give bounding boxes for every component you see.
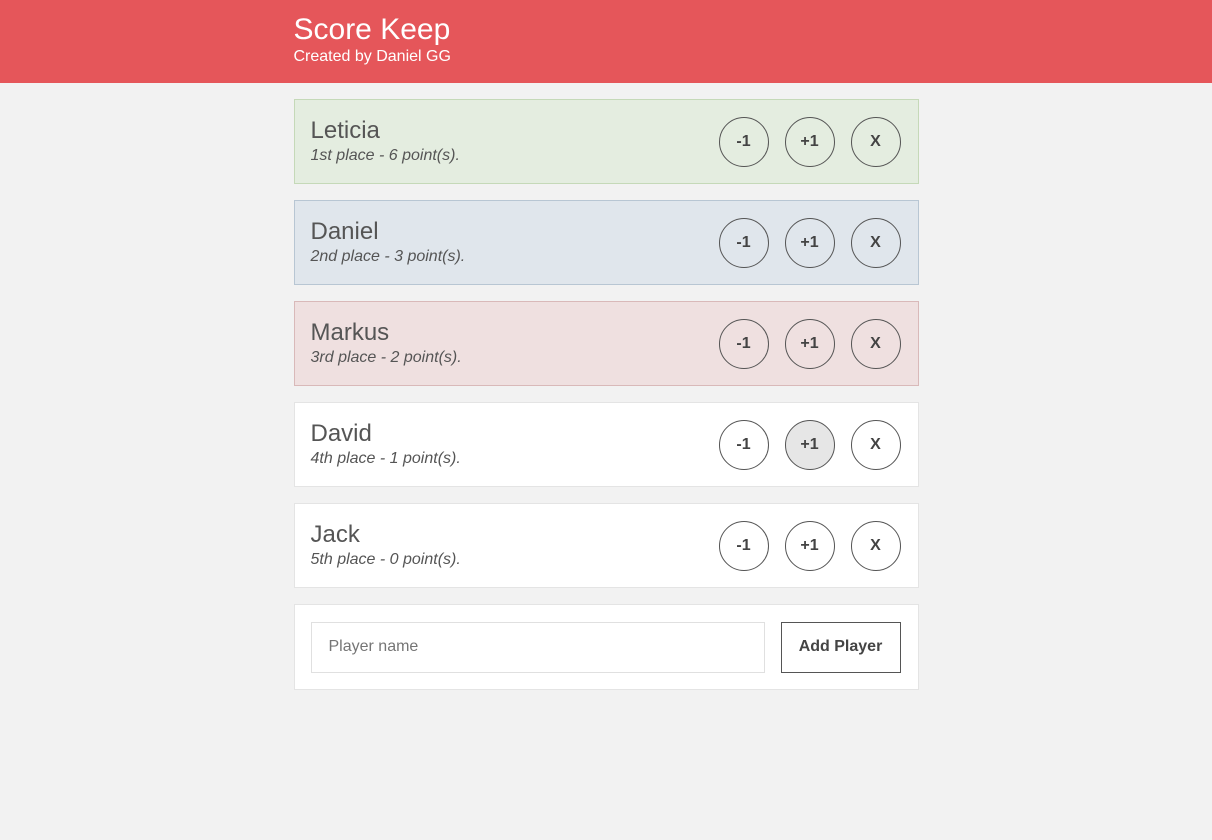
player-stats: 5th place - 0 point(s).	[310, 550, 461, 568]
player-actions: -1 +1 X	[718, 116, 901, 167]
player-info: Leticia 1st place - 6 point(s).	[310, 116, 460, 166]
app-subtitle: Created by Daniel GG	[293, 48, 451, 65]
increment-score-button[interactable]: +1	[784, 217, 835, 268]
remove-player-button[interactable]: X	[850, 419, 901, 470]
player-row: Markus 3rd place - 2 point(s). -1 +1 X	[293, 301, 919, 386]
decrement-score-button[interactable]: -1	[718, 116, 769, 167]
player-row: Leticia 1st place - 6 point(s). -1 +1 X	[293, 99, 919, 184]
player-info: Markus 3rd place - 2 point(s).	[310, 318, 462, 368]
increment-score-button[interactable]: +1	[784, 520, 835, 571]
decrement-score-button[interactable]: -1	[718, 318, 769, 369]
decrement-score-button[interactable]: -1	[718, 217, 769, 268]
header-content: Score Keep Created by Daniel GG	[294, 0, 919, 67]
player-list: Leticia 1st place - 6 point(s). -1 +1 X …	[293, 99, 919, 690]
increment-score-button[interactable]: +1	[784, 318, 835, 369]
add-player-button[interactable]: Add Player	[780, 621, 901, 673]
player-name: Markus	[310, 318, 390, 346]
remove-player-button[interactable]: X	[850, 318, 901, 369]
player-name: Leticia	[310, 116, 380, 144]
player-stats: 1st place - 6 point(s).	[310, 146, 460, 164]
app-title: Score Keep	[293, 13, 451, 46]
player-stats: 2nd place - 3 point(s).	[310, 247, 466, 265]
decrement-score-button[interactable]: -1	[718, 520, 769, 571]
player-info: Daniel 2nd place - 3 point(s).	[310, 217, 466, 267]
player-name: Jack	[310, 520, 360, 548]
player-name: Daniel	[310, 217, 379, 245]
player-stats: 3rd place - 2 point(s).	[310, 348, 462, 366]
add-player-form: Add Player	[293, 604, 919, 690]
player-info: Jack 5th place - 0 point(s).	[310, 520, 461, 570]
player-row: Daniel 2nd place - 3 point(s). -1 +1 X	[293, 200, 919, 285]
remove-player-button[interactable]: X	[850, 520, 901, 571]
player-row: Jack 5th place - 0 point(s). -1 +1 X	[293, 503, 919, 588]
player-name-input[interactable]	[310, 621, 765, 673]
remove-player-button[interactable]: X	[850, 217, 901, 268]
player-actions: -1 +1 X	[718, 217, 901, 268]
player-actions: -1 +1 X	[718, 318, 901, 369]
increment-score-button[interactable]: +1	[784, 116, 835, 167]
decrement-score-button[interactable]: -1	[718, 419, 769, 470]
remove-player-button[interactable]: X	[850, 116, 901, 167]
increment-score-button[interactable]: +1	[784, 419, 835, 470]
player-stats: 4th place - 1 point(s).	[310, 449, 461, 467]
player-info: David 4th place - 1 point(s).	[310, 419, 461, 469]
player-actions: -1 +1 X	[718, 520, 901, 571]
player-row: David 4th place - 1 point(s). -1 +1 X	[293, 402, 919, 487]
player-name: David	[310, 419, 372, 447]
player-actions: -1 +1 X	[718, 419, 901, 470]
app-header: Score Keep Created by Daniel GG	[0, 0, 1212, 83]
